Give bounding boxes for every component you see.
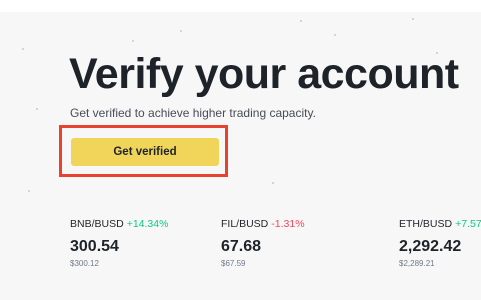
top-strip — [0, 0, 481, 12]
background-dot — [334, 34, 336, 36]
ticker-eth-busd[interactable]: ETH/BUSD+7.57% 2,292.42 $2,289.21 — [399, 218, 481, 269]
ticker-header: ETH/BUSD+7.57% — [399, 218, 481, 231]
ticker-fiat-price: $67.59 — [221, 259, 246, 268]
ticker-price: 67.68 — [221, 238, 262, 255]
background-dot — [28, 190, 30, 192]
ticker-fil-busd[interactable]: FIL/BUSD -1.31% 67.68 $67.59 — [221, 218, 305, 269]
page-subtitle: Get verified to achieve higher trading c… — [70, 106, 316, 120]
background-dot — [300, 20, 302, 22]
background-dot — [412, 18, 414, 20]
ticker-bnb-busd[interactable]: BNB/BUSD +14.34% 300.54 $300.12 — [70, 218, 168, 269]
ticker-change: +7.57% — [455, 218, 481, 230]
verification-page: Verify your account Get verified to achi… — [0, 0, 481, 300]
ticker-fiat-price: $2,289.21 — [399, 259, 435, 268]
ticker-pair: BNB/BUSD — [70, 218, 124, 230]
ticker-price: 2,292.42 — [399, 238, 462, 255]
ticker-header: BNB/BUSD +14.34% — [70, 218, 168, 231]
ticker-pair: FIL/BUSD — [221, 218, 269, 230]
page-title: Verify your account — [69, 50, 459, 98]
get-verified-button[interactable]: Get verified — [71, 138, 219, 166]
background-dot — [272, 182, 274, 184]
background-dot — [180, 30, 182, 32]
background-dot — [22, 48, 24, 50]
ticker-pair: ETH/BUSD — [399, 218, 453, 230]
ticker-fiat-price: $300.12 — [70, 259, 99, 268]
background-dot — [132, 40, 134, 42]
ticker-price: 300.54 — [70, 238, 119, 255]
ticker-change: -1.31% — [271, 218, 305, 230]
background-dot — [36, 108, 38, 110]
ticker-header: FIL/BUSD -1.31% — [221, 218, 305, 231]
ticker-change: +14.34% — [126, 218, 169, 230]
